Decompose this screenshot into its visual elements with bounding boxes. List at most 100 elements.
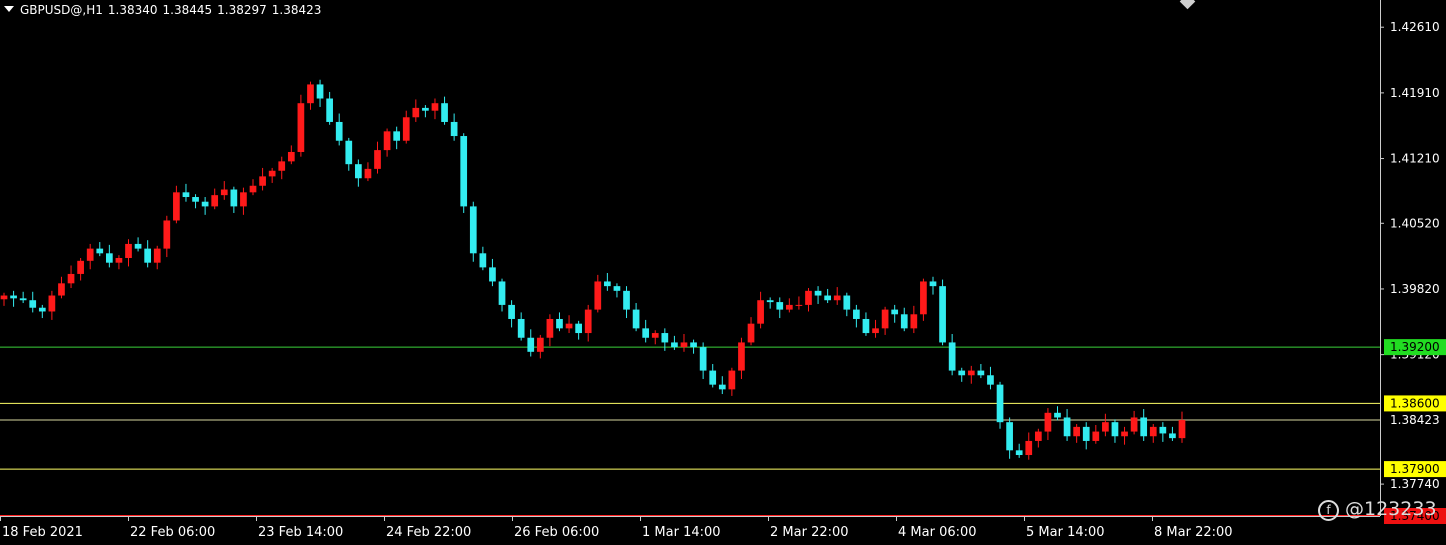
candle-body (1178, 420, 1186, 439)
candle-body (1111, 422, 1119, 437)
candle-body (144, 248, 152, 263)
candle-body (718, 384, 726, 390)
y-tick-label: 1.40520 (1390, 216, 1440, 230)
high-price: 1.38445 (162, 3, 213, 17)
candle-body (1044, 412, 1052, 432)
candle-body (77, 260, 84, 274)
candle-body (699, 347, 707, 371)
candle-body (402, 117, 410, 141)
x-tick-label: 22 Feb 06:00 (130, 525, 215, 540)
candle-body (1102, 422, 1109, 432)
candle-body (642, 328, 650, 338)
candle-body (29, 300, 37, 308)
candle-body (1073, 426, 1081, 437)
candle-body (67, 273, 75, 284)
candle-body (939, 286, 946, 343)
candle-body (1121, 431, 1128, 437)
candle-body (307, 84, 314, 104)
candle-body (240, 192, 247, 207)
candle-body (1025, 440, 1033, 456)
candle-body (1169, 433, 1176, 439)
candle-body (1159, 426, 1167, 434)
candle-body (38, 307, 46, 312)
price-chart[interactable]: 1.426101.419101.412101.405201.398201.391… (0, 0, 1446, 545)
x-tick-label: 23 Feb 14:00 (258, 525, 343, 540)
symbol-timeframe: GBPUSD@,H1 (20, 3, 103, 17)
price-axis: 1.426101.419101.412101.405201.398201.391… (1380, 0, 1446, 524)
level-price-label: 1.38423 (1390, 413, 1440, 427)
candle-body (747, 323, 755, 343)
candle-body (853, 309, 860, 319)
candle-body (910, 314, 918, 329)
candle-body (814, 290, 822, 296)
candle-body (259, 176, 266, 186)
collapse-triangle-icon[interactable] (4, 6, 14, 12)
candle-body (766, 300, 774, 303)
candles (0, 79, 1186, 460)
candle-body (671, 342, 678, 348)
candle-body (948, 342, 956, 371)
candle-body (604, 281, 611, 287)
candle-body (58, 283, 65, 296)
candle-body (508, 304, 515, 319)
candle-body (383, 131, 391, 151)
candle-body (967, 370, 975, 376)
candle-body (326, 98, 333, 122)
x-tick-label: 2 Mar 22:00 (770, 525, 849, 540)
candle-body (556, 318, 563, 329)
candle-body (584, 309, 592, 334)
candle-body (776, 302, 784, 310)
candle-body (843, 295, 851, 310)
candle-body (920, 281, 927, 315)
y-tick-label: 1.41210 (1390, 152, 1440, 166)
candle-body (1006, 422, 1013, 451)
level-price-label: 1.37900 (1390, 462, 1440, 476)
candle-body (105, 253, 113, 263)
candle-body (412, 107, 420, 118)
candle-body (1082, 426, 1090, 441)
candle-body (958, 370, 966, 376)
chart-header: GBPUSD@,H1 1.38340 1.38445 1.38297 1.38423 (4, 3, 326, 17)
candle-body (661, 333, 669, 343)
candle-body (805, 290, 812, 305)
candle-body (268, 170, 276, 177)
candle-body (996, 384, 1004, 423)
horizontal-levels (0, 346, 1380, 517)
y-tick-label: 1.42610 (1390, 20, 1440, 34)
candle-body (316, 84, 324, 99)
candle-body (690, 342, 697, 348)
candle-body (153, 248, 161, 263)
candle-body (594, 281, 602, 310)
candle-body (48, 295, 56, 312)
x-tick-label: 26 Feb 06:00 (514, 525, 599, 540)
candle-body (249, 185, 257, 193)
candle-body (220, 189, 228, 196)
candle-body (211, 195, 219, 207)
candle-body (891, 309, 899, 315)
candle-body (728, 370, 736, 390)
candle-body (460, 136, 468, 207)
candle-body (757, 300, 764, 324)
candle-body (517, 318, 525, 338)
candle-body (192, 197, 199, 202)
candle-body (881, 309, 889, 329)
y-tick-label: 1.41910 (1390, 86, 1440, 100)
candle-body (469, 206, 477, 254)
candle-body (680, 342, 688, 348)
candle-body (900, 314, 908, 329)
candle-body (565, 323, 573, 329)
candle-body (527, 337, 535, 352)
candle-body (795, 304, 803, 306)
candle-body (278, 161, 286, 171)
watermark: f @123233 (1318, 498, 1437, 521)
y-tick-label: 1.37740 (1390, 477, 1440, 491)
candle-body (19, 298, 27, 301)
candle-body (297, 103, 305, 152)
candle-body (450, 121, 458, 137)
candle-body (201, 201, 209, 207)
candle-body (862, 318, 870, 334)
x-tick-label: 8 Mar 22:00 (1154, 525, 1233, 540)
candle-body (173, 192, 180, 221)
candle-body (125, 243, 132, 258)
candle-body (230, 189, 238, 207)
